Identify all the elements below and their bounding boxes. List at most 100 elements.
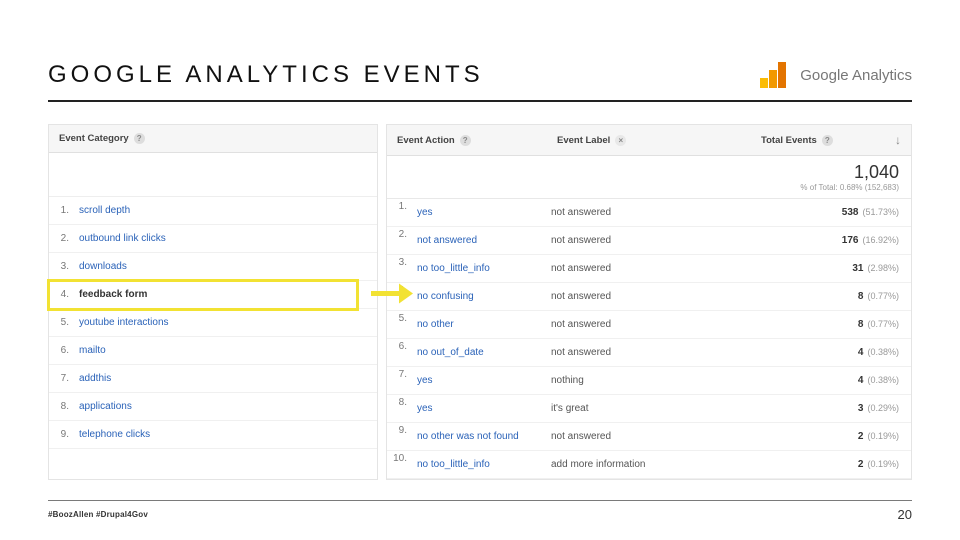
row-action: yes xyxy=(413,369,437,392)
remove-icon[interactable]: × xyxy=(615,135,626,146)
cell-action: 7.yes xyxy=(387,369,547,392)
category-row-feedback-form[interactable]: 4. feedback form xyxy=(49,281,377,309)
row-total-pct: (51.73%) xyxy=(862,207,899,217)
row-index: 2. xyxy=(49,233,75,244)
row-total-num: 2 xyxy=(858,459,864,470)
row-label: not answered xyxy=(547,425,751,448)
row-index: 9. xyxy=(49,429,75,440)
cell-action: 3.no too_little_info xyxy=(387,257,547,280)
event-row[interactable]: 1.yesnot answered538(51.73%) xyxy=(387,199,911,227)
row-index: 8. xyxy=(387,397,413,420)
event-row[interactable]: 3.no too_little_infonot answered31(2.98%… xyxy=(387,255,911,283)
row-action: no other was not found xyxy=(413,425,523,448)
footer-hashtags: #BoozAllen #Drupal4Gov xyxy=(48,510,148,519)
total-events-value: 1,040 xyxy=(755,162,899,183)
cell-action: 5.no other xyxy=(387,313,547,336)
event-detail-header: Event Action ? Event Label × Total Event… xyxy=(387,125,911,156)
row-label: telephone clicks xyxy=(75,423,377,446)
sort-down-icon[interactable]: ↓ xyxy=(895,133,901,147)
row-index: 4. xyxy=(49,289,75,300)
row-total-pct: (0.29%) xyxy=(867,403,899,413)
row-index: 3. xyxy=(49,261,75,272)
highlighted-row-wrap: 4. feedback form xyxy=(49,281,377,309)
row-label: feedback form xyxy=(75,283,377,306)
row-index: 5. xyxy=(387,313,413,336)
row-label: applications xyxy=(75,395,377,418)
event-row[interactable]: 5.no othernot answered8(0.77%) xyxy=(387,311,911,339)
row-total: 4(0.38%) xyxy=(751,369,911,392)
event-row[interactable]: 10.no too_little_infoadd more informatio… xyxy=(387,451,911,479)
event-row[interactable]: 8.yesit's great 3(0.29%) xyxy=(387,395,911,423)
row-label: mailto xyxy=(75,339,377,362)
row-label: youtube interactions xyxy=(75,311,377,334)
event-category-header: Event Category ? xyxy=(49,125,377,153)
row-action: yes xyxy=(413,201,437,224)
category-row[interactable]: 5. youtube interactions xyxy=(49,309,377,337)
row-action: no other xyxy=(413,313,458,336)
cell-action: 6.no out_of_date xyxy=(387,341,547,364)
row-action: no confusing xyxy=(413,285,478,308)
row-label: addthis xyxy=(75,367,377,390)
event-category-header-label: Event Category ? xyxy=(49,125,377,152)
row-total-num: 176 xyxy=(842,235,859,246)
slide-footer: #BoozAllen #Drupal4Gov 20 xyxy=(48,500,912,522)
row-total: 2(0.19%) xyxy=(751,453,911,476)
row-total-num: 538 xyxy=(842,207,859,218)
row-index: 10. xyxy=(387,453,413,476)
cell-action: 8.yes xyxy=(387,397,547,420)
event-row[interactable]: 6.no out_of_datenot answered4(0.38%) xyxy=(387,339,911,367)
category-row[interactable]: 3. downloads xyxy=(49,253,377,281)
event-category-header-text: Event Category xyxy=(59,133,129,144)
event-rows-container: 1.yesnot answered538(51.73%)2.not answer… xyxy=(387,199,911,479)
category-row[interactable]: 7. addthis xyxy=(49,365,377,393)
row-total: 31(2.98%) xyxy=(751,257,911,280)
event-row[interactable]: 7.yesnothing4(0.38%) xyxy=(387,367,911,395)
cell-action: 1.yes xyxy=(387,201,547,224)
event-row[interactable]: 9.no other was not foundnot answered2(0.… xyxy=(387,423,911,451)
row-index: 6. xyxy=(49,345,75,356)
row-index: 9. xyxy=(387,425,413,448)
row-total-num: 3 xyxy=(858,403,864,414)
slide-title: GOOGLE ANALYTICS EVENTS xyxy=(48,61,484,89)
row-total-num: 8 xyxy=(858,319,864,330)
event-row[interactable]: 2.not answerednot answered176(16.92%) xyxy=(387,227,911,255)
row-action: no too_little_info xyxy=(413,257,494,280)
cell-action: 10.no too_little_info xyxy=(387,453,547,476)
header-event-action-text: Event Action xyxy=(397,135,455,146)
category-row[interactable]: 2. outbound link clicks xyxy=(49,225,377,253)
header-total-events-text: Total Events xyxy=(761,135,817,146)
row-label: scroll depth xyxy=(75,199,377,222)
totals-row: 1,040 % of Total: 0.68% (152,683) xyxy=(387,156,911,199)
category-row[interactable]: 1. scroll depth xyxy=(49,197,377,225)
ga-logo: Google Analytics xyxy=(754,56,912,94)
spacer-row xyxy=(49,153,377,197)
event-detail-panel: Event Action ? Event Label × Total Event… xyxy=(386,124,912,480)
category-row[interactable]: 8. applications xyxy=(49,393,377,421)
row-label: outbound link clicks xyxy=(75,227,377,250)
cell-action: 9.no other was not found xyxy=(387,425,547,448)
ga-logo-text: Google Analytics xyxy=(800,67,912,84)
header-event-label[interactable]: Event Label × xyxy=(547,125,751,155)
category-row[interactable]: 9. telephone clicks xyxy=(49,421,377,449)
spacer xyxy=(387,156,751,198)
row-index: 3. xyxy=(387,257,413,280)
row-total: 2(0.19%) xyxy=(751,425,911,448)
category-row[interactable]: 6. mailto xyxy=(49,337,377,365)
total-events-subtext: % of Total: 0.68% (152,683) xyxy=(755,183,899,192)
row-total-pct: (0.38%) xyxy=(867,375,899,385)
header-total-events[interactable]: Total Events ? ↓ xyxy=(751,125,911,155)
totals-cell: 1,040 % of Total: 0.68% (152,683) xyxy=(751,156,911,198)
event-row[interactable]: 4.no confusingnot answered8(0.77%) xyxy=(387,283,911,311)
row-total-num: 4 xyxy=(858,375,864,386)
help-icon[interactable]: ? xyxy=(822,135,833,146)
header-event-label-text: Event Label xyxy=(557,135,610,146)
row-index: 5. xyxy=(49,317,75,328)
row-label: it's great xyxy=(547,397,751,420)
ga-logo-icon xyxy=(754,56,792,94)
header-event-action[interactable]: Event Action ? xyxy=(387,125,547,155)
help-icon[interactable]: ? xyxy=(460,135,471,146)
help-icon[interactable]: ? xyxy=(134,133,145,144)
row-total-num: 31 xyxy=(852,263,863,274)
row-total: 8(0.77%) xyxy=(751,285,911,308)
row-label: not answered xyxy=(547,229,751,252)
